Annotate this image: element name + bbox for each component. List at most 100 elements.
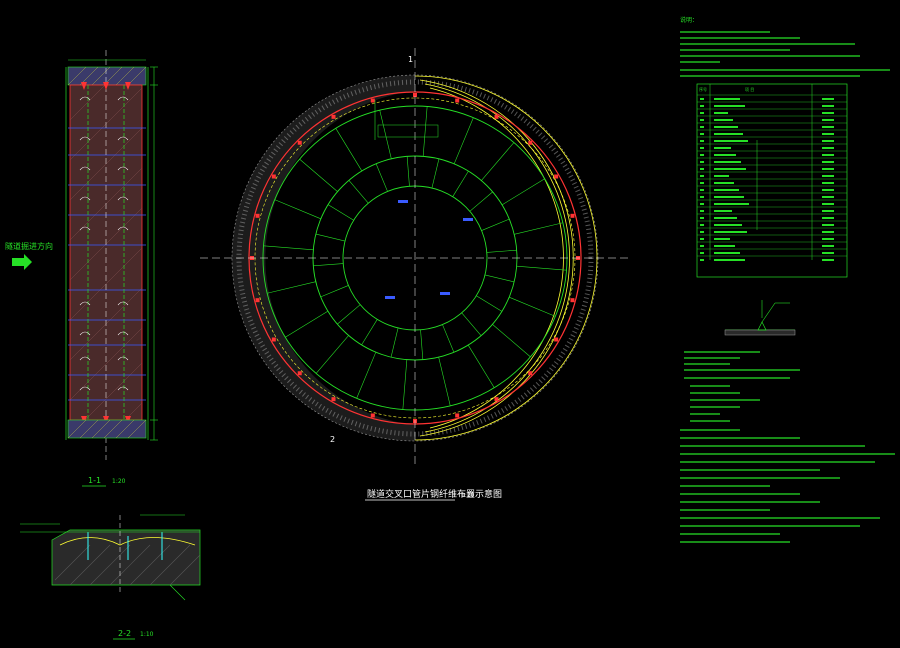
cad-drawing: 隧道掘进方向 1-1 1:20 2-2 1:10 1 2 隧道交叉口管片钢纤维布… bbox=[5, 16, 895, 640]
table-cell-mark bbox=[822, 112, 834, 114]
segment-marker bbox=[331, 397, 336, 402]
radial-line bbox=[516, 265, 567, 271]
table-cell-mark bbox=[714, 224, 742, 226]
blue-center-labels bbox=[385, 200, 473, 299]
table-cell-mark bbox=[822, 182, 834, 184]
radial-line bbox=[285, 310, 329, 338]
table-heading-item: 项 目 bbox=[745, 86, 754, 92]
table-cell-mark bbox=[700, 147, 704, 149]
radial-line-inner bbox=[486, 249, 517, 253]
table-cell-mark bbox=[700, 217, 704, 219]
section-mark-bottom: 2 bbox=[330, 435, 335, 444]
radial-line-inner bbox=[320, 285, 349, 298]
table-cell-mark bbox=[822, 245, 834, 247]
table-cell-mark bbox=[714, 259, 745, 261]
radial-line bbox=[422, 106, 428, 157]
radial-line-inner bbox=[420, 329, 424, 360]
radial-line-inner bbox=[375, 163, 388, 192]
segment-marker bbox=[455, 98, 460, 103]
table-cell-mark bbox=[700, 189, 704, 191]
table-cell-mark bbox=[700, 245, 704, 247]
table-cell-mark bbox=[714, 168, 746, 170]
radial-line-inner bbox=[442, 324, 455, 353]
radial-line-inner bbox=[461, 312, 482, 336]
notes-bottom-lines bbox=[680, 351, 895, 543]
segment-marker bbox=[271, 337, 276, 342]
table-cell-mark bbox=[822, 119, 834, 121]
table-cell-mark bbox=[822, 175, 834, 177]
radial-line bbox=[299, 158, 338, 192]
radial-line-inner bbox=[327, 204, 354, 221]
table-cell-mark bbox=[700, 98, 704, 100]
table-cell-mark bbox=[714, 105, 745, 107]
radial-line bbox=[467, 344, 495, 388]
radial-line bbox=[402, 359, 408, 410]
radial-line bbox=[335, 128, 363, 172]
table-cell-mark bbox=[822, 154, 834, 156]
radial-line bbox=[379, 110, 392, 159]
table-cell-mark bbox=[700, 161, 704, 163]
notes-panel: 说明： 序号 项 目 bbox=[680, 16, 895, 543]
radial-line-inner bbox=[431, 158, 440, 189]
radial-line-inner bbox=[469, 191, 493, 212]
table-cell-mark bbox=[714, 126, 738, 128]
segment-marker bbox=[297, 140, 302, 145]
table-heading-index: 序号 bbox=[699, 86, 707, 92]
radial-line-inner bbox=[390, 327, 399, 358]
tunnel-direction-label: 隧道掘进方向 bbox=[5, 241, 53, 251]
table-cell-mark bbox=[822, 210, 834, 212]
table-cell-mark bbox=[700, 175, 704, 177]
segment-marker bbox=[494, 114, 499, 119]
table-cell-mark bbox=[700, 182, 704, 184]
table-cell-mark bbox=[714, 175, 729, 177]
section-1-title: 1-1 bbox=[88, 476, 101, 485]
table-cell-mark bbox=[700, 224, 704, 226]
table-cell-mark bbox=[714, 119, 733, 121]
table-cell-mark bbox=[714, 245, 735, 247]
table-cell-mark bbox=[822, 238, 834, 240]
radial-line bbox=[492, 324, 531, 358]
table-cell-mark bbox=[714, 196, 744, 198]
radial-line bbox=[274, 199, 321, 220]
table-cell-mark bbox=[700, 168, 704, 170]
bottom-soil-hatch bbox=[67, 419, 147, 439]
radial-line-inner bbox=[348, 180, 369, 204]
table-cell-mark bbox=[714, 182, 734, 184]
table-cell-mark bbox=[714, 161, 741, 163]
radial-line-inner bbox=[337, 304, 361, 325]
annotation-box bbox=[377, 124, 439, 138]
table-cell-mark bbox=[700, 126, 704, 128]
table-cell-mark bbox=[700, 154, 704, 156]
table-cell-mark bbox=[822, 126, 834, 128]
table-cell-mark bbox=[822, 168, 834, 170]
table-cell-mark bbox=[714, 189, 739, 191]
radial-line-inner bbox=[315, 233, 346, 242]
table-cell-mark bbox=[700, 259, 704, 261]
segment-marker bbox=[554, 337, 559, 342]
table-cell-mark bbox=[700, 112, 704, 114]
segment-marker bbox=[297, 371, 302, 376]
segment-marker bbox=[528, 371, 533, 376]
table-cell-mark bbox=[714, 203, 749, 205]
tunnel-direction-arrow-icon bbox=[12, 254, 32, 270]
table-cell-mark bbox=[822, 189, 834, 191]
table-cell-mark bbox=[714, 154, 736, 156]
radial-line bbox=[315, 335, 349, 374]
radial-line-inner bbox=[484, 274, 515, 283]
section-2-leader-bottom bbox=[169, 584, 186, 601]
ring-view: 1 2 隧道交叉口管片钢纤维布置示意图 1:20 bbox=[200, 48, 632, 501]
table-cell-mark bbox=[700, 140, 704, 142]
table-cell-mark bbox=[700, 252, 704, 254]
radial-line-inner bbox=[476, 295, 503, 312]
center-crosshair bbox=[200, 48, 632, 468]
table-cell-mark bbox=[822, 98, 834, 100]
table-cell-mark bbox=[714, 217, 737, 219]
main-view-title: 隧道交叉口管片钢纤维布置示意图 bbox=[367, 488, 502, 500]
table-cell-mark bbox=[822, 252, 834, 254]
radial-line bbox=[438, 357, 451, 406]
section-1-1-view: 隧道掘进方向 1-1 1:20 bbox=[5, 50, 158, 487]
radial-line bbox=[267, 281, 316, 294]
table-cell-mark bbox=[700, 203, 704, 205]
table-cell-mark bbox=[822, 196, 834, 198]
table-cell-mark bbox=[700, 119, 704, 121]
